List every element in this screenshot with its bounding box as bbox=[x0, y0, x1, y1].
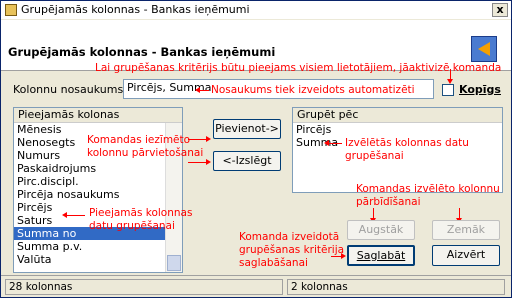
save-button[interactable]: Saglabāt bbox=[347, 245, 415, 266]
list-item[interactable]: Valūta bbox=[14, 253, 182, 266]
name-note-arrow bbox=[195, 87, 209, 93]
order-note-1: Komandas izvēlēto kolonnu bbox=[356, 183, 500, 195]
grouped-note-2: grupēšanai bbox=[345, 150, 404, 162]
save-note-3: saglabāšanai bbox=[239, 257, 308, 269]
kopigs-label: Kopīgs bbox=[459, 83, 501, 96]
kopigs-note-arrow bbox=[447, 69, 453, 84]
order-note-2: pārbīdīšanai bbox=[356, 196, 421, 208]
move-note-1: Komandas iezīmēto bbox=[87, 134, 191, 146]
move-note-arrow-remove bbox=[188, 159, 211, 165]
save-note-1: Komanda izveidotā bbox=[239, 231, 340, 243]
title-bar: Grupējamās kolonnas - Bankas ieņēmumi x bbox=[1, 1, 511, 19]
available-columns-list[interactable]: Pieejamās kolonas Mēnesis Nenosegts Numurs… bbox=[13, 107, 183, 273]
list-item[interactable]: Summa p.v. bbox=[14, 240, 182, 253]
available-note-1: Pieejamās kolonnas bbox=[89, 207, 193, 219]
move-note-2: kolonnu pārvietošanai bbox=[87, 147, 204, 159]
save-note-arrow bbox=[331, 253, 346, 259]
remove-column-button[interactable]: <-Izslēgt bbox=[213, 151, 281, 171]
group-by-header: Grupēt pēc bbox=[293, 108, 502, 123]
app-icon bbox=[5, 4, 17, 16]
name-note: Nosaukums tiek izveidots automatizēti bbox=[211, 84, 415, 96]
dialog-window: Grupējamās kolonnas - Bankas ieņēmumi x … bbox=[0, 0, 512, 298]
close-button[interactable]: Aizvērt bbox=[432, 245, 500, 266]
scrollbar-thumb[interactable] bbox=[167, 255, 181, 271]
order-note-arrow-down bbox=[456, 208, 462, 223]
grouped-note-arrow bbox=[324, 140, 342, 146]
close-window-button[interactable]: x bbox=[492, 3, 508, 17]
available-columns-header: Pieejamās kolonas bbox=[14, 108, 182, 123]
header-title: Grupējamās kolonnas - Bankas ieņēmumi bbox=[8, 45, 276, 59]
list-item[interactable]: Paskaidrojums bbox=[14, 162, 182, 175]
move-note-arrow-add bbox=[188, 136, 211, 142]
grouped-count: 2 kolonnas bbox=[287, 279, 505, 295]
move-down-button[interactable]: Zemāk bbox=[432, 220, 500, 240]
kopigs-note: Lai grupēšanas kritērijs būtu pieejams v… bbox=[95, 62, 502, 74]
list-item[interactable]: Pirc.discipl. bbox=[14, 175, 182, 188]
list-item[interactable]: Pircējs bbox=[293, 123, 502, 136]
save-note-2: grupēšanas kritērija bbox=[239, 244, 345, 256]
column-name-label: Kolonnu nosaukums bbox=[13, 83, 124, 96]
add-column-button[interactable]: Pievienot-> bbox=[213, 119, 281, 139]
available-note-2: datu grupēšanai bbox=[89, 220, 175, 232]
list-item[interactable]: Pircēja nosaukums bbox=[14, 188, 182, 201]
grouped-note-1: Izvēlētās kolonnas datu bbox=[345, 137, 469, 149]
available-note-arrow bbox=[62, 212, 85, 218]
kopigs-checkbox[interactable] bbox=[442, 84, 454, 96]
order-note-arrow-up bbox=[370, 208, 376, 223]
export-arrow-icon bbox=[471, 36, 497, 62]
window-title: Grupējamās kolonnas - Bankas ieņēmumi bbox=[21, 3, 250, 16]
move-up-button[interactable]: Augstāk bbox=[347, 220, 415, 240]
available-count: 28 kolonnas bbox=[5, 279, 283, 295]
status-bar: 28 kolonnas 2 kolonnas bbox=[1, 275, 511, 298]
